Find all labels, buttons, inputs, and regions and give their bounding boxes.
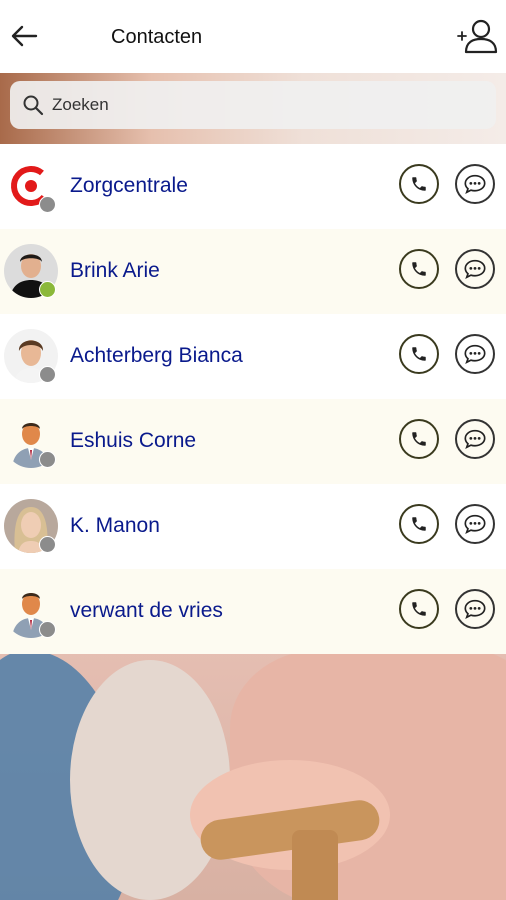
phone-icon xyxy=(412,602,426,616)
chat-bubble-icon xyxy=(464,429,486,449)
avatar xyxy=(4,159,58,213)
avatar xyxy=(4,244,58,298)
status-indicator xyxy=(39,621,56,638)
call-button[interactable] xyxy=(399,589,439,629)
status-indicator xyxy=(39,451,56,468)
avatar xyxy=(4,329,58,383)
phone-icon xyxy=(412,262,426,276)
contact-name: Achterberg Bianca xyxy=(70,344,243,367)
avatar xyxy=(4,499,58,553)
search-icon xyxy=(23,95,44,116)
contact-list: Zorgcentrale Brink Arie Achterberg Bianc… xyxy=(0,144,506,654)
contact-name: Brink Arie xyxy=(70,259,160,282)
status-indicator xyxy=(39,281,56,298)
status-indicator xyxy=(39,366,56,383)
chat-button[interactable] xyxy=(455,249,495,289)
call-button[interactable] xyxy=(399,419,439,459)
avatar xyxy=(4,414,58,468)
contact-row[interactable]: Achterberg Bianca xyxy=(0,314,506,399)
call-button[interactable] xyxy=(399,249,439,289)
contact-row[interactable]: Eshuis Corne xyxy=(0,399,506,484)
add-contact-button[interactable] xyxy=(456,18,498,56)
chat-bubble-icon xyxy=(464,344,486,364)
app-header: Contacten xyxy=(0,0,506,73)
contact-name: Eshuis Corne xyxy=(70,429,197,452)
chat-button[interactable] xyxy=(455,589,495,629)
status-indicator xyxy=(39,536,56,553)
contact-row[interactable]: Brink Arie xyxy=(0,229,506,314)
contact-name: verwant de vries xyxy=(70,599,223,622)
chat-button[interactable] xyxy=(455,164,495,204)
phone-icon xyxy=(412,432,426,446)
add-contact-icon xyxy=(457,19,498,54)
contact-row[interactable]: K. Manon xyxy=(0,484,506,569)
phone-icon xyxy=(412,347,426,361)
chat-bubble-icon xyxy=(464,599,486,619)
contact-row[interactable]: verwant de vries xyxy=(0,569,506,654)
phone-icon xyxy=(412,517,426,531)
search-bar xyxy=(10,81,496,129)
contact-name: Zorgcentrale xyxy=(70,174,188,197)
chat-bubble-icon xyxy=(464,259,486,279)
chat-button[interactable] xyxy=(455,334,495,374)
chat-button[interactable] xyxy=(455,419,495,459)
status-indicator xyxy=(39,196,56,213)
page-title: Contacten xyxy=(111,26,203,48)
back-button[interactable] xyxy=(8,20,40,52)
search-input[interactable] xyxy=(50,84,474,126)
phone-icon xyxy=(412,177,426,191)
arrow-left-icon xyxy=(11,25,38,47)
chat-bubble-icon xyxy=(464,174,486,194)
contact-name: K. Manon xyxy=(70,514,160,537)
call-button[interactable] xyxy=(399,334,439,374)
chat-button[interactable] xyxy=(455,504,495,544)
call-button[interactable] xyxy=(399,504,439,544)
avatar xyxy=(4,584,58,638)
chat-bubble-icon xyxy=(464,514,486,534)
call-button[interactable] xyxy=(399,164,439,204)
contact-row[interactable]: Zorgcentrale xyxy=(0,144,506,229)
